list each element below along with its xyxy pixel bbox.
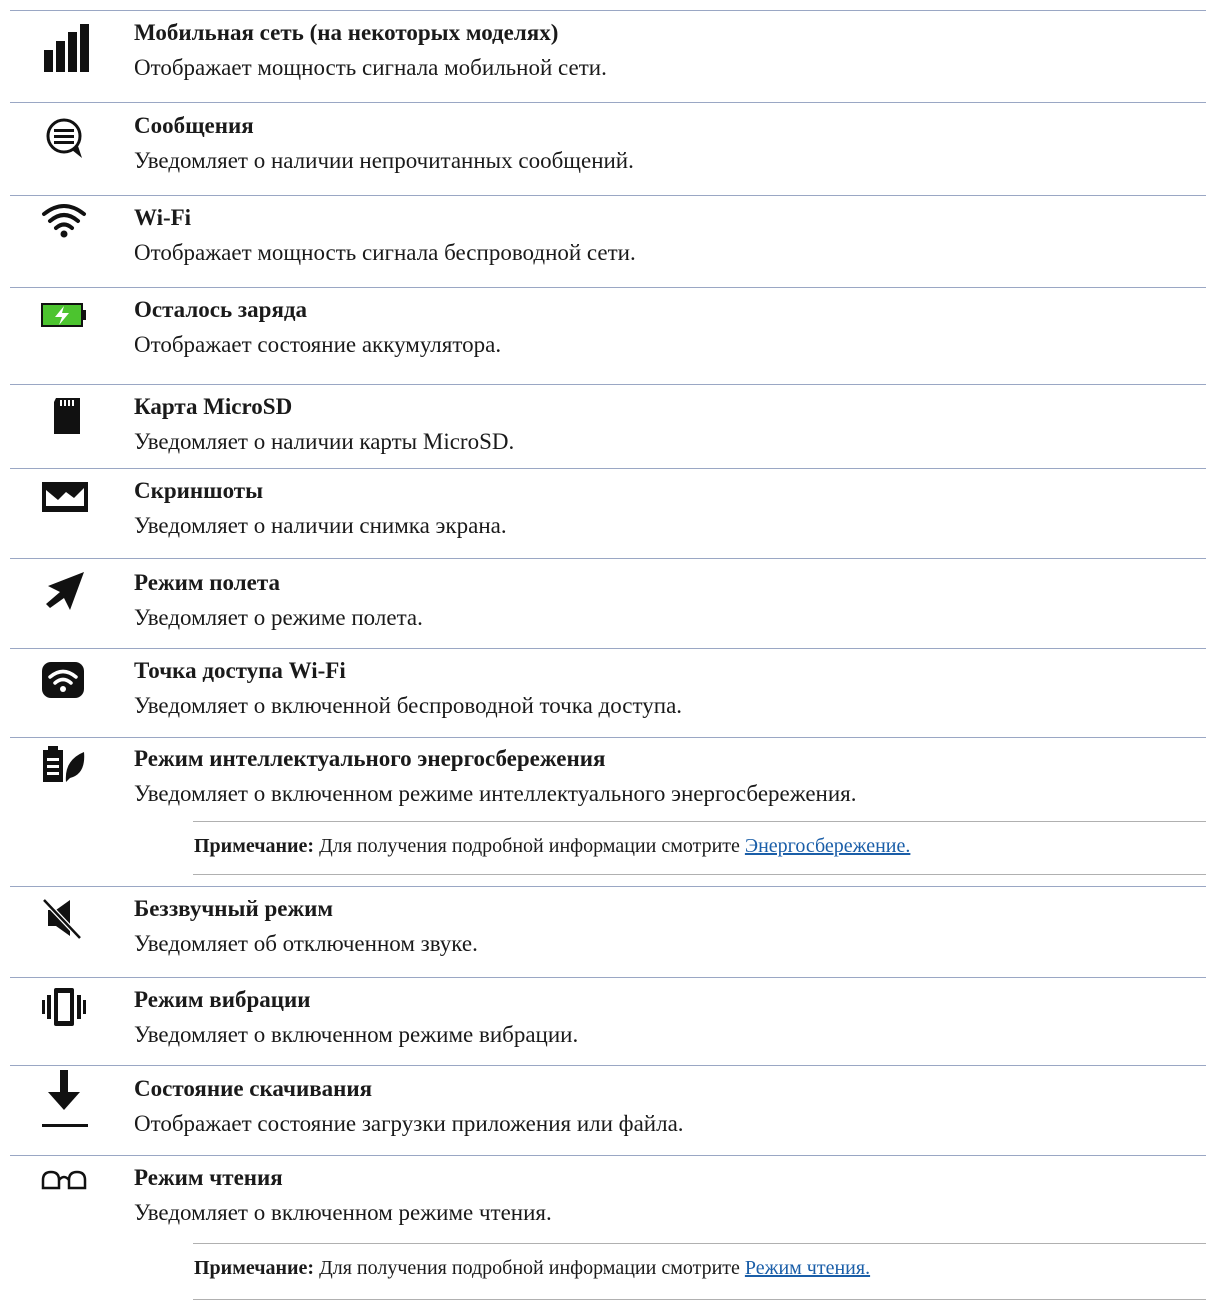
download-icon: [40, 1070, 96, 1127]
item-description: Уведомляет о включенной беспроводной точ…: [134, 693, 683, 718]
microsd-card-icon: [40, 396, 96, 452]
wifi-icon: [40, 200, 96, 256]
row-divider: [10, 558, 1206, 559]
reading-glasses-icon: [40, 1168, 96, 1224]
wifi-hotspot-icon: [40, 660, 96, 716]
item-description: Отображает мощность сигнала беспроводной…: [134, 240, 636, 265]
row-divider: [10, 195, 1206, 196]
item-title: Состояние скачивания: [134, 1076, 373, 1101]
reading-mode-link[interactable]: Режим чтения.: [745, 1257, 870, 1279]
note-divider: [193, 821, 1206, 822]
signal-bars-icon: [40, 22, 96, 78]
item-title: Режим вибрации: [134, 987, 311, 1012]
item-title: Мобильная сеть (на некоторых моделях): [134, 20, 559, 45]
item-title: Режим чтения: [134, 1165, 283, 1190]
item-description: Отображает состояние аккумулятора.: [134, 332, 502, 357]
row-divider: [10, 287, 1206, 288]
item-description: Уведомляет о включенном режиме интеллект…: [134, 781, 857, 806]
power-saving-link[interactable]: Энергосбережение.: [745, 835, 911, 857]
item-description: Уведомляет о режиме полета.: [134, 605, 423, 630]
row-divider: [10, 886, 1206, 887]
vibration-icon: [40, 986, 96, 1042]
item-description: Уведомляет о наличии карты MicroSD.: [134, 429, 515, 454]
note-divider: [193, 874, 1206, 875]
row-divider: [10, 102, 1206, 103]
item-description: Уведомляет о наличии снимка экрана.: [134, 513, 507, 538]
item-description: Уведомляет о наличии непрочитанных сообщ…: [134, 148, 634, 173]
note-divider: [193, 1299, 1206, 1300]
row-divider: [10, 468, 1206, 469]
item-title: Режим полета: [134, 570, 280, 595]
row-divider: [10, 737, 1206, 738]
item-description: Отображает мощность сигнала мобильной се…: [134, 55, 607, 80]
item-title: Точка доступа Wi-Fi: [134, 658, 346, 683]
row-divider: [10, 977, 1206, 978]
item-title: Карта MicroSD: [134, 394, 293, 419]
item-title: Сообщения: [134, 113, 254, 138]
item-description: Отображает состояние загрузки приложения…: [134, 1111, 684, 1136]
note-body: Для получения подробной информации смотр…: [314, 835, 745, 857]
item-description: Уведомляет о включенном режиме чтения.: [134, 1200, 552, 1225]
item-title: Беззвучный режим: [134, 896, 334, 921]
item-title: Wi-Fi: [134, 205, 192, 230]
note-body: Для получения подробной информации смотр…: [314, 1257, 745, 1279]
row-divider: [10, 648, 1206, 649]
power-saver-icon: [40, 746, 96, 802]
item-title: Осталось заряда: [134, 297, 308, 322]
note-text: Примечание: Для получения подробной инфо…: [194, 835, 910, 858]
row-divider: [10, 1155, 1206, 1156]
item-description: Уведомляет об отключенном звуке.: [134, 931, 478, 956]
message-icon: [40, 112, 96, 168]
note-label: Примечание:: [194, 835, 315, 857]
item-title: Скриншоты: [134, 478, 264, 503]
item-title: Режим интеллектуального энергосбережения: [134, 746, 606, 771]
note-label: Примечание:: [194, 1257, 315, 1279]
row-divider: [10, 10, 1206, 11]
row-divider: [10, 1065, 1206, 1066]
silent-mode-icon: [40, 896, 96, 952]
item-description: Уведомляет о включенном режиме вибрации.: [134, 1022, 579, 1047]
screenshot-icon: [40, 480, 96, 536]
note-text: Примечание: Для получения подробной инфо…: [194, 1257, 870, 1280]
battery-charging-icon: [40, 300, 96, 356]
airplane-icon: [40, 570, 96, 626]
row-divider: [10, 384, 1206, 385]
note-divider: [193, 1243, 1206, 1244]
